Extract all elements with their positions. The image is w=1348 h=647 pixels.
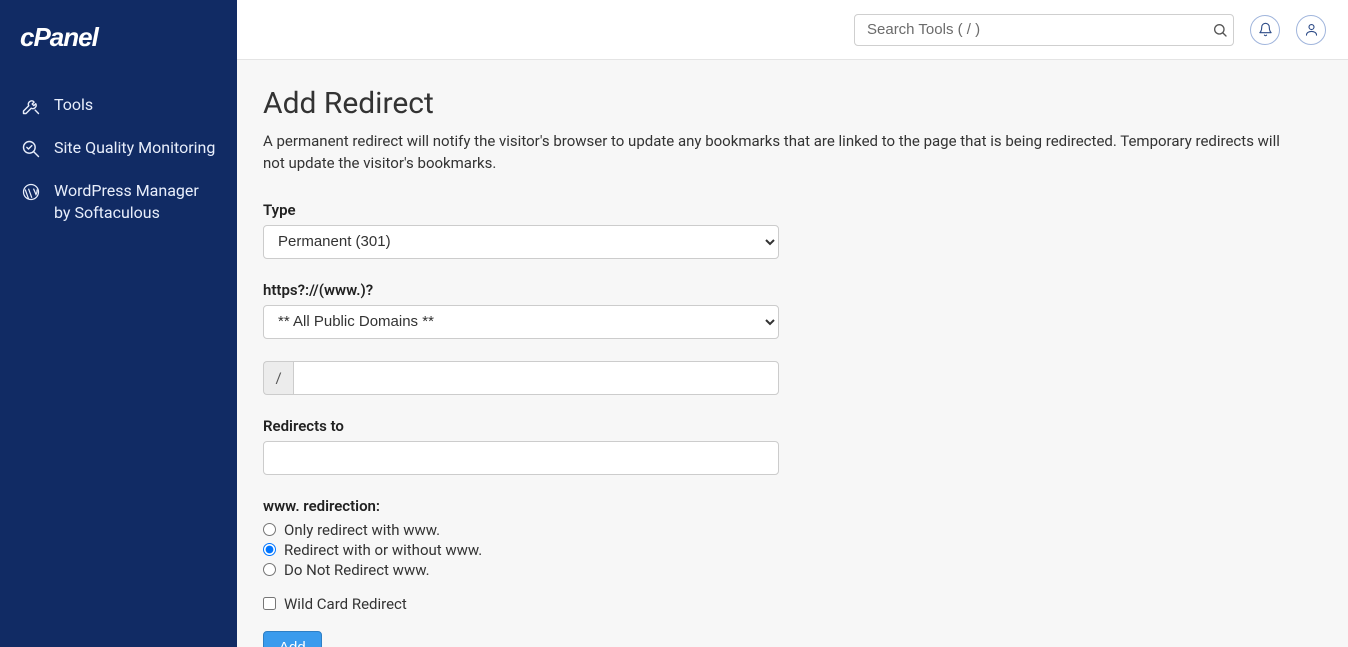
user-icon [1304, 22, 1319, 37]
tools-icon [20, 95, 42, 117]
sidebar-item-wordpress-manager[interactable]: WordPress Manager by Softaculous [20, 170, 217, 235]
field-type: Type Permanent (301) [263, 201, 779, 259]
page-title: Add Redirect [263, 86, 1322, 121]
field-www-redirection: www. redirection: Only redirect with www… [263, 497, 779, 579]
sidebar-item-tools[interactable]: Tools [20, 84, 217, 127]
wildcard-checkbox[interactable] [263, 597, 276, 610]
search-input[interactable] [854, 14, 1234, 46]
search-icon[interactable] [1212, 22, 1228, 38]
sidebar: cPanel Tools Site Quality Monitoring [0, 0, 237, 647]
redirects-to-label: Redirects to [263, 417, 779, 435]
content: Add Redirect A permanent redirect will n… [237, 60, 1348, 647]
brand-logo: cPanel [20, 24, 217, 54]
www-option-do-not[interactable]: Do Not Redirect www. [263, 561, 779, 579]
account-button[interactable] [1296, 15, 1326, 45]
www-heading: www. redirection: [263, 497, 779, 515]
search-wrap [854, 14, 1234, 46]
domain-label: https?://(www.)? [263, 281, 779, 299]
radio-label: Redirect with or without www. [284, 541, 482, 559]
magnify-check-icon [20, 138, 42, 160]
type-label: Type [263, 201, 779, 219]
page-description: A permanent redirect will notify the vis… [263, 131, 1293, 175]
path-input[interactable] [293, 361, 779, 395]
wordpress-icon [20, 181, 42, 203]
bell-icon [1258, 22, 1273, 37]
www-radio-only-with[interactable] [263, 523, 276, 536]
radio-label: Only redirect with www. [284, 521, 440, 539]
field-wildcard: Wild Card Redirect [263, 595, 779, 613]
sidebar-item-site-quality[interactable]: Site Quality Monitoring [20, 127, 217, 170]
radio-label: Do Not Redirect www. [284, 561, 430, 579]
www-option-only-with[interactable]: Only redirect with www. [263, 521, 779, 539]
redirects-to-input[interactable] [263, 441, 779, 475]
wildcard-row[interactable]: Wild Card Redirect [263, 595, 779, 613]
www-option-with-or-without[interactable]: Redirect with or without www. [263, 541, 779, 559]
notifications-button[interactable] [1250, 15, 1280, 45]
field-domain: https?://(www.)? ** All Public Domains *… [263, 281, 779, 339]
field-redirects-to: Redirects to [263, 417, 779, 475]
domain-select[interactable]: ** All Public Domains ** [263, 305, 779, 339]
type-select[interactable]: Permanent (301) [263, 225, 779, 259]
sidebar-item-label: Tools [54, 94, 93, 116]
sidebar-item-label: Site Quality Monitoring [54, 137, 215, 159]
add-button[interactable]: Add [263, 631, 322, 647]
svg-text:cPanel: cPanel [20, 24, 100, 52]
www-radio-with-or-without[interactable] [263, 543, 276, 556]
field-path: / [263, 361, 779, 395]
main: Add Redirect A permanent redirect will n… [237, 0, 1348, 647]
www-radio-do-not[interactable] [263, 563, 276, 576]
topbar [237, 0, 1348, 60]
sidebar-item-label: WordPress Manager by Softaculous [54, 180, 217, 225]
path-prefix: / [263, 361, 293, 395]
wildcard-label: Wild Card Redirect [284, 595, 407, 613]
